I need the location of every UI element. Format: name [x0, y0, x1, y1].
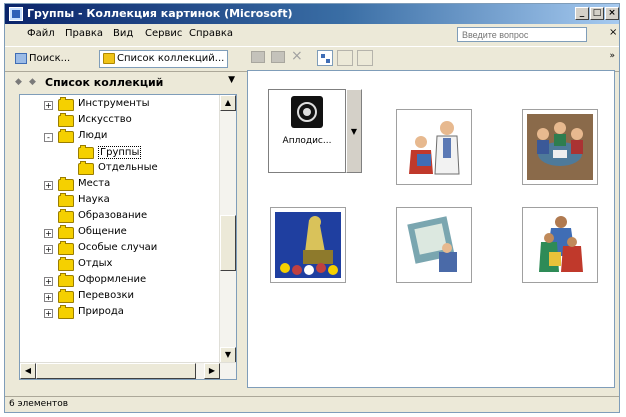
tree-item-label: Отдельные: [98, 162, 158, 173]
teacher-student-icon: [401, 114, 467, 180]
collections-list-button[interactable]: Список коллекций...: [99, 50, 229, 68]
expand-icon[interactable]: +: [44, 309, 53, 318]
tree-item-label: Места: [78, 178, 111, 189]
folder-icon: [58, 225, 74, 239]
collections-list-label: Список коллекций...: [117, 53, 225, 64]
copy-icon[interactable]: [251, 51, 265, 63]
delete-icon[interactable]: ×: [291, 49, 305, 63]
collections-pane-title: Список коллекций: [45, 76, 164, 89]
scroll-left-icon[interactable]: ◀: [20, 363, 36, 379]
expand-icon[interactable]: +: [44, 277, 53, 286]
folder-icon: [58, 305, 74, 319]
clip-tile-applause[interactable]: Аплодис...: [268, 89, 346, 173]
ask-question-input[interactable]: [457, 27, 587, 42]
status-bar: 6 элементов: [5, 396, 619, 413]
details-view-icon[interactable]: [357, 50, 373, 66]
scroll-right-icon[interactable]: ▶: [204, 363, 220, 379]
clip-organizer-window: Группы - Коллекция картинок (Microsoft) …: [4, 3, 620, 413]
open-folder-icon: [78, 145, 94, 159]
clip-tile-stage-performer[interactable]: [270, 207, 346, 283]
clip-menu-arrow-icon[interactable]: ▼: [346, 89, 362, 173]
maximize-button[interactable]: □: [590, 7, 604, 20]
paste-icon[interactable]: [271, 51, 285, 63]
tree-item-label: Отдых: [78, 258, 113, 269]
toolbar-overflow-icon[interactable]: »: [609, 51, 615, 61]
search-button-label: Поиск...: [29, 53, 71, 64]
tree-item-label: Образование: [78, 210, 148, 221]
stage-performer-icon: [275, 212, 341, 278]
menu-tools[interactable]: Сервис: [145, 28, 182, 39]
tree-item-label: Общение: [78, 226, 127, 237]
close-button[interactable]: ×: [605, 7, 619, 20]
collection-tree[interactable]: + Инструменты Искусство - Люди Группы От…: [19, 94, 237, 380]
clip-tile-meeting[interactable]: [522, 109, 598, 185]
applause-icon: [291, 96, 323, 128]
vertical-scroll-thumb[interactable]: [220, 215, 236, 271]
tree-item-label: Люди: [78, 130, 108, 141]
collections-pane: ◆ ◆ Список коллекций ▼ + Инструменты Иск…: [11, 74, 241, 382]
tree-item-label: Особые случаи: [78, 242, 158, 253]
search-button[interactable]: Поиск...: [15, 50, 70, 68]
tree-item-label: Искусство: [78, 114, 132, 125]
scroll-up-icon[interactable]: ▲: [220, 95, 236, 111]
menu-view[interactable]: Вид: [113, 28, 133, 39]
tree-item-label: Группы: [98, 146, 142, 159]
menu-edit[interactable]: Правка: [65, 28, 103, 39]
horizontal-scroll-thumb[interactable]: [36, 363, 196, 379]
meeting-icon: [527, 114, 593, 180]
folder-icon: [78, 161, 94, 175]
toolbar: Поиск... Список коллекций... × »: [5, 46, 619, 72]
folder-icon: [58, 289, 74, 303]
thumbnails-view-icon[interactable]: [317, 50, 333, 66]
minimize-button[interactable]: _: [575, 7, 589, 20]
menu-bar: Файл Правка Вид Сервис Справка ×: [5, 24, 619, 45]
window-title: Группы - Коллекция картинок (Microsoft): [27, 7, 293, 20]
folder-icon: [58, 129, 74, 143]
list-view-icon[interactable]: [337, 50, 353, 66]
folder-icon: [58, 113, 74, 127]
tree-horizontal-scrollbar[interactable]: ◀ ▶: [20, 362, 236, 379]
collections-pane-header: ◆ ◆ Список коллекций ▼: [11, 74, 241, 92]
folder-icon: [103, 52, 115, 64]
grip-icon: ◆ ◆: [15, 77, 38, 87]
painter-icon: [401, 212, 467, 278]
clip-tile-crowd[interactable]: [522, 207, 598, 283]
menu-file[interactable]: Файл: [27, 28, 55, 39]
close-document-button[interactable]: ×: [609, 27, 617, 38]
collapse-icon[interactable]: -: [44, 133, 53, 142]
expand-icon[interactable]: +: [44, 229, 53, 238]
expand-icon[interactable]: +: [44, 181, 53, 190]
folder-icon: [58, 241, 74, 255]
folder-icon: [58, 273, 74, 287]
expand-icon[interactable]: +: [44, 293, 53, 302]
tree-item-label: Наука: [78, 194, 110, 205]
folder-icon: [58, 193, 74, 207]
clip-caption: Аплодис...: [282, 136, 332, 146]
tree-item-label: Перевозки: [78, 290, 135, 301]
status-text: 6 элементов: [9, 399, 69, 409]
tree-vertical-scrollbar[interactable]: ▲ ▼: [219, 95, 236, 363]
crowd-icon: [527, 212, 593, 278]
tree-item-label: Природа: [78, 306, 124, 317]
folder-icon: [58, 257, 74, 271]
pane-dropdown-icon[interactable]: ▼: [228, 75, 235, 85]
expand-icon[interactable]: +: [44, 245, 53, 254]
search-icon: [15, 52, 27, 64]
clip-tile-teacher-student[interactable]: [396, 109, 472, 185]
clip-organizer-icon: [9, 7, 23, 21]
folder-icon: [58, 177, 74, 191]
clip-thumbnails-pane: Аплодис... ▼: [247, 70, 615, 388]
expand-icon[interactable]: +: [44, 101, 53, 110]
scroll-down-icon[interactable]: ▼: [220, 347, 236, 363]
menu-help[interactable]: Справка: [189, 28, 233, 39]
folder-icon: [58, 97, 74, 111]
clip-tile-painter[interactable]: [396, 207, 472, 283]
title-bar: Группы - Коллекция картинок (Microsoft) …: [5, 4, 619, 24]
tree-item-label: Оформление: [78, 274, 147, 285]
tree-item-label: Инструменты: [78, 98, 150, 109]
folder-icon: [58, 209, 74, 223]
